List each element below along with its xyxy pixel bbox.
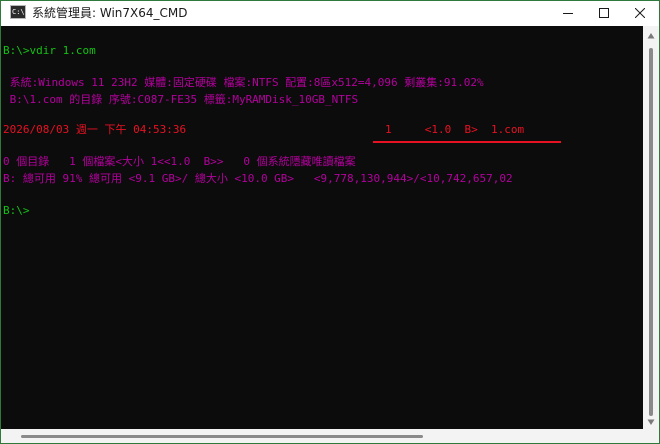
directory-info-line: B:\1.com 的目錄 序號:C087-FE35 標籤:MyRAMDisk_1… bbox=[3, 93, 359, 106]
app-icon-text: C:\ bbox=[12, 8, 25, 16]
minimize-button[interactable] bbox=[550, 1, 586, 25]
scrollbar-corner bbox=[643, 429, 659, 443]
volume-info-line: 系統:Windows 11 23H2 媒體:固定硬碟 檔案:NTFS 配置:8區… bbox=[3, 76, 484, 89]
title-bar[interactable]: C:\ 系統管理員: Win7X64_CMD bbox=[1, 1, 659, 25]
maximize-button[interactable] bbox=[586, 1, 622, 25]
file-entry-line: 1 <1.0 B> 1.com bbox=[385, 123, 525, 136]
maximize-icon bbox=[599, 8, 609, 18]
close-icon bbox=[635, 8, 645, 18]
scroll-down-arrow-icon[interactable] bbox=[647, 418, 655, 426]
space-info-line: B: 總可用 91% 總可用 <9.1 GB>/ 總大小 <10.0 GB> <… bbox=[3, 172, 513, 185]
horizontal-scroll-thumb[interactable] bbox=[21, 435, 423, 438]
timestamp-line: 2026/08/03 週一 下午 04:53:36 bbox=[3, 123, 187, 136]
console-app-icon[interactable]: C:\ bbox=[10, 5, 26, 19]
horizontal-scrollbar[interactable] bbox=[1, 429, 643, 443]
file-entry-underline bbox=[373, 141, 561, 143]
command-line: B:\>vdir 1.com bbox=[3, 44, 96, 57]
console-output[interactable]: B:\>vdir 1.com 系統:Windows 11 23H2 媒體:固定硬… bbox=[1, 26, 643, 429]
console-window: C:\ 系統管理員: Win7X64_CMD B:\>vdir 1.com 系統… bbox=[0, 0, 660, 444]
minimize-icon bbox=[563, 13, 573, 14]
vertical-scrollbar[interactable] bbox=[643, 26, 659, 429]
close-button[interactable] bbox=[622, 1, 658, 25]
window-title: 系統管理員: Win7X64_CMD bbox=[32, 6, 188, 20]
summary-line: 0 個目錄 1 個檔案<大小 1<<1.0 B>> 0 個系統隱藏唯讀檔案 bbox=[3, 155, 356, 168]
scroll-up-arrow-icon[interactable] bbox=[647, 32, 655, 40]
vertical-scroll-thumb[interactable] bbox=[649, 48, 653, 416]
command-prompt: B:\> bbox=[3, 204, 30, 217]
